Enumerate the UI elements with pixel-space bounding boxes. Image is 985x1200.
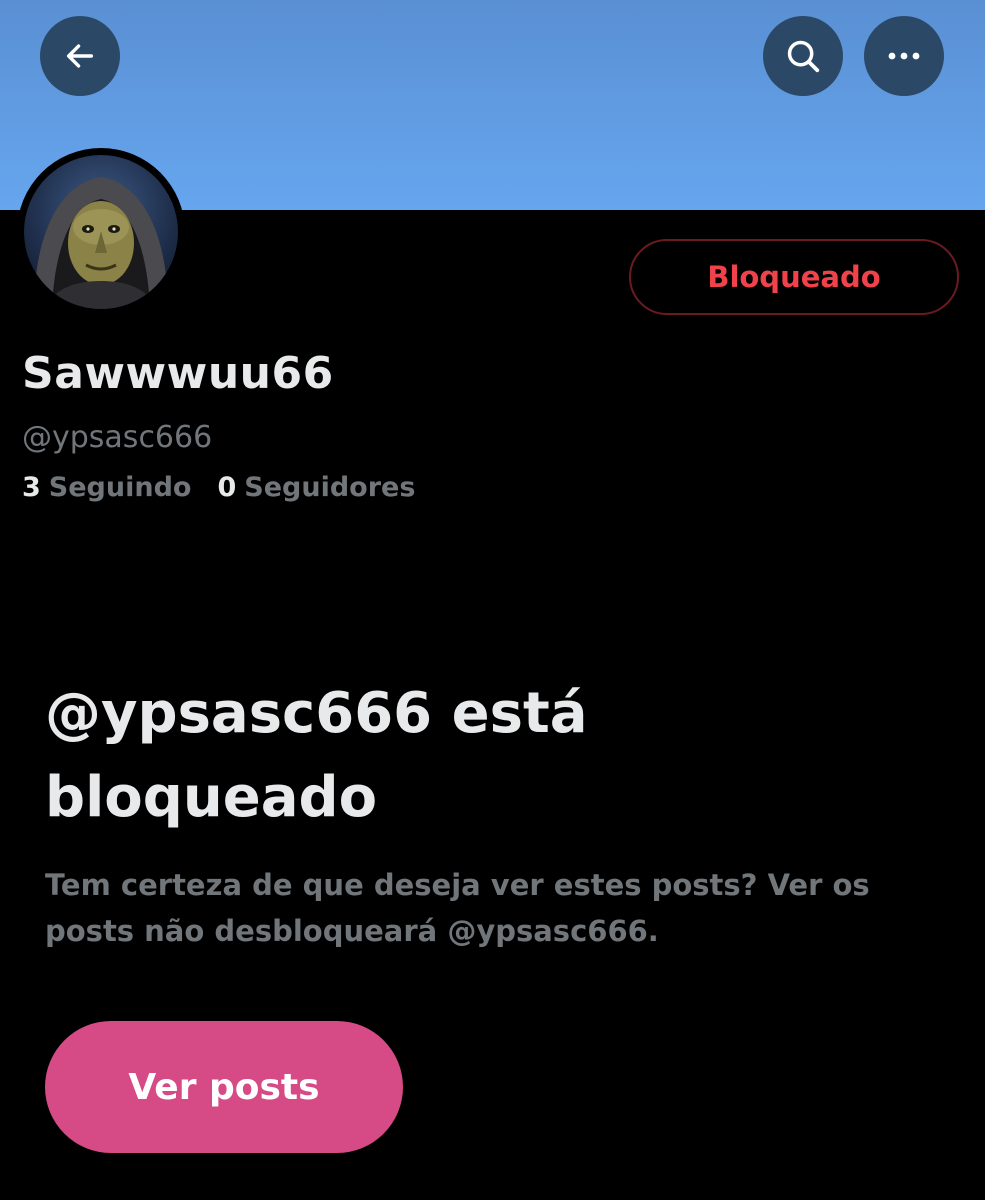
arrow-left-icon [66, 44, 94, 68]
back-button[interactable] [40, 16, 120, 96]
followers-label: Seguidores [244, 472, 416, 503]
blocked-notice-description: Tem certeza de que deseja ver estes post… [45, 868, 870, 948]
blocked-notice-title: @ypsasc666 está bloqueado [45, 681, 588, 830]
search-button[interactable] [763, 16, 843, 96]
user-handle: @ypsasc666 [22, 420, 213, 455]
blocked-button[interactable]: Bloqueado [629, 239, 959, 315]
search-icon [787, 40, 820, 73]
avatar[interactable] [17, 148, 185, 316]
following-label: Seguindo [48, 472, 192, 503]
avatar-image [24, 155, 178, 309]
view-posts-label: Ver posts [128, 1066, 320, 1108]
following-stat[interactable]: 3 Seguindo [22, 472, 191, 503]
followers-count: 0 [217, 472, 237, 503]
following-count: 3 [22, 472, 41, 503]
display-name: Sawwwuu66 [22, 348, 334, 399]
followers-stat[interactable]: 0 Seguidores [217, 472, 415, 503]
more-horizontal-icon [888, 52, 920, 60]
blocked-button-label: Bloqueado [707, 260, 881, 294]
more-options-button[interactable] [864, 16, 944, 96]
view-posts-button[interactable]: Ver posts [45, 1021, 403, 1153]
follow-stats: 3 Seguindo 0 Seguidores [22, 472, 415, 503]
hooded-figure-icon [34, 177, 168, 309]
